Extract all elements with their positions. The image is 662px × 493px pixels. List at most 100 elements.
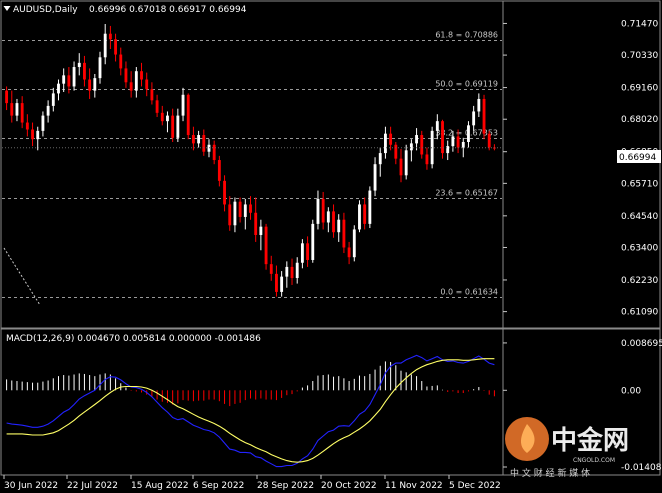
candle-bear [129,82,133,91]
candle-bear [441,121,444,154]
candle-bear [212,144,216,161]
watermark: 中金网 CNGOLD.COM 中 文 财 经 新 媒 体 [505,417,629,479]
macd-line [6,354,495,468]
candle-bear [275,273,278,292]
candle-bear [487,133,491,148]
candle-bull [472,111,476,126]
time-tick-label: 15 Aug 2022 [131,481,189,491]
candle-bull [166,115,169,122]
candle-bear [67,75,71,87]
candle-bear [399,158,403,176]
candle-bull [280,276,284,292]
candle-bull [15,103,19,116]
candle-bear [269,264,273,274]
candle-bull [451,136,455,147]
candle-bull [467,125,470,142]
time-axis: 30 Jun 2022 22 Jul 2022 15 Aug 2022 6 Sep 2… [3,475,501,491]
watermark-subtext: CNGOLD.COM [573,457,615,464]
candle-bear [389,133,393,145]
time-tick-label: 20 Oct 2022 [321,481,377,491]
candle-bull [415,135,418,144]
candle-bear [31,129,34,140]
time-tick-label: 30 Jun 2022 [4,481,58,491]
candle-bull [233,201,237,226]
chart-header: AUDUSD,Daily 0.66996 0.67018 0.66917 0.6… [3,5,247,15]
candle-bear [482,98,486,134]
candle-bull [316,198,320,224]
candle-bear [238,201,242,217]
candle-bear [306,243,310,260]
candle-bear [321,198,325,223]
signal-line [6,358,495,463]
price-tag-text: 0.66994 [619,153,656,163]
candle-bear [456,136,460,148]
price-tick-label: 0.65710 [621,179,658,189]
price-tick-label: 0.62230 [621,276,658,286]
candle-bear [186,94,190,136]
candle-bull [98,57,102,79]
candle-bear [160,112,164,122]
fib-level-label: 23.6 = 0.65167 [435,189,498,198]
candle-bull [181,94,185,116]
candle-bear [114,39,118,55]
macd-tick-label: -0.014082 [621,463,662,473]
candle-bull [176,115,180,138]
candle-bear [5,90,9,104]
candle-bear [10,103,14,116]
candle-bear [249,204,252,213]
candle-bear [217,160,221,181]
current-price-tag: 0.66994 [617,150,661,163]
price-tick-label: 0.70330 [621,51,658,61]
candle-bull [352,229,356,258]
time-tick-label: 6 Sep 2022 [193,481,244,491]
candle-bear [394,144,398,159]
trading-chart[interactable]: AUDUSD,Daily 0.66996 0.67018 0.66917 0.6… [0,0,662,493]
time-tick-label: 28 Sep 2022 [257,481,314,491]
candle-bull [207,144,211,152]
candle-bull [373,164,377,191]
candle-bear [254,212,258,235]
candle-bull [337,219,341,233]
candle-bear [108,33,112,40]
candle-bull [300,243,304,263]
candle-bull [259,226,263,235]
fib-level-label: 50.0 = 0.69119 [435,80,498,89]
candle-bull [72,67,76,87]
candle-bull [36,130,40,140]
candle-bull [446,146,450,154]
macd-tick-label: 0.00 [621,386,641,396]
macd-header: MACD(12,26,9) 0.004670 0.005814 0.000000… [6,334,261,344]
candle-bear [228,204,232,226]
candle-bull [77,62,81,68]
candle-bear [119,54,123,69]
fib-level-label: 0.0 = 0.61634 [440,288,498,297]
candle-bull [435,121,439,131]
triangle-down-icon[interactable] [3,6,11,11]
candle-bull [477,98,481,112]
candle-bear [363,204,367,224]
price-tick-label: 0.68020 [621,115,658,125]
candle-bull [368,190,372,224]
candle-bull [57,83,60,94]
symbol-label: AUDUSD,Daily [13,5,78,15]
time-tick-label: 22 Jul 2022 [67,481,118,491]
candle-bear [347,247,351,258]
candle-bull [326,211,330,223]
candle-bear [83,62,86,80]
candle-bear [264,226,268,265]
price-tick-label: 0.64540 [621,212,658,222]
dotted-trend-line [3,247,41,306]
candle-bull [358,204,361,230]
candle-bear [223,180,226,205]
candle-bull [93,78,97,91]
candle-bear [20,103,24,123]
price-panel-frame [0,0,661,329]
time-tick-label: 11 Nov 2022 [385,481,443,491]
candle-bull [461,141,465,148]
candle-bear [420,135,424,155]
candle-bear [124,68,128,83]
candle-bear [171,115,175,138]
candle-bear [425,154,429,165]
watermark-text: 中金网 [551,425,629,456]
candle-bull [404,150,408,176]
